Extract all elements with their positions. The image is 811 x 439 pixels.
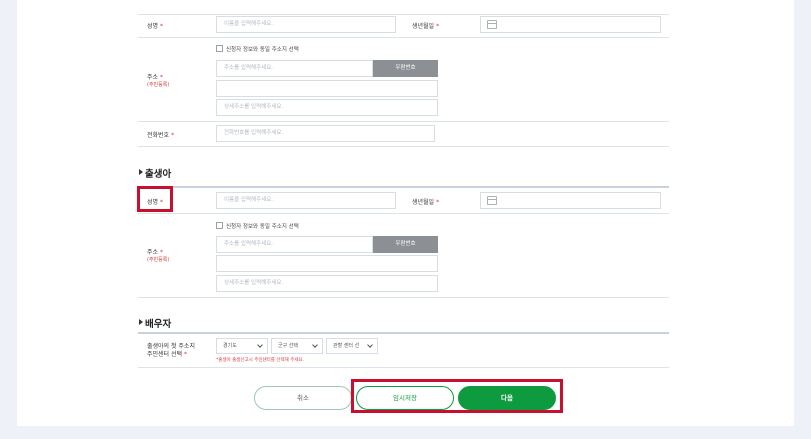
- newborn-section-title: 출생아: [145, 169, 172, 180]
- applicant-address-sub: (주민등록): [147, 82, 170, 88]
- newborn-zip-button[interactable]: 우편번호: [373, 236, 438, 253]
- spouse-section-title: 배우자: [145, 319, 172, 330]
- newborn-birth-input[interactable]: [480, 192, 661, 209]
- divider: [138, 297, 669, 298]
- divider: [138, 37, 669, 38]
- applicant-name-label: 성명 *: [147, 23, 164, 30]
- chevron-down-icon: [257, 342, 263, 348]
- applicant-address-extra-input[interactable]: [216, 80, 438, 97]
- newborn-name-highlight: [137, 186, 173, 212]
- applicant-phone-label: 전화번호 *: [147, 132, 175, 139]
- applicant-same-address-label: 신청자 정보와 동일 주소지 선택: [226, 47, 299, 53]
- chevron-down-icon: [367, 342, 373, 348]
- applicant-phone-input[interactable]: 전화번호를 입력해주세요.: [216, 125, 435, 142]
- applicant-birth-label: 생년월일 *: [412, 23, 440, 30]
- applicant-zip-button[interactable]: 우편번호: [373, 60, 438, 77]
- province-select[interactable]: 경기도: [216, 338, 268, 354]
- newborn-same-address-label: 신청자 정보와 동일 주소지 선택: [226, 224, 299, 230]
- applicant-name-input[interactable]: 이름을 입력해주세요.: [216, 16, 396, 33]
- cancel-button[interactable]: 취소: [254, 386, 352, 410]
- newborn-birth-label: 생년월일 *: [412, 199, 440, 206]
- district-select[interactable]: 군구 선택: [271, 338, 323, 354]
- applicant-same-address-checkbox[interactable]: [216, 45, 223, 52]
- center-label-line2: 주민센터 선택 *: [147, 351, 188, 358]
- newborn-name-input[interactable]: 이름을 입력해주세요.: [216, 192, 396, 209]
- newborn-address-extra-input[interactable]: [216, 255, 438, 272]
- center-note: *출생아 출생신고시 주민센터를 선택해 주세요.: [216, 358, 305, 363]
- calendar-icon[interactable]: [487, 20, 497, 29]
- section-bullet-icon: [139, 319, 143, 325]
- applicant-detail-address-input[interactable]: 상세주소를 입력해주세요.: [216, 99, 438, 116]
- newborn-address-sub: (주민등록): [147, 257, 170, 263]
- section-divider: [138, 186, 669, 188]
- chevron-down-icon: [312, 342, 318, 348]
- divider: [138, 367, 669, 368]
- divider: [138, 146, 669, 147]
- section-divider: [138, 332, 669, 334]
- newborn-same-address-checkbox[interactable]: [216, 222, 223, 229]
- divider: [138, 14, 669, 15]
- divider: [138, 121, 669, 122]
- newborn-address-input[interactable]: 주소를 입력해주세요.: [216, 236, 373, 253]
- newborn-detail-address-input[interactable]: 상세주소를 입력해주세요.: [216, 275, 438, 292]
- applicant-address-input[interactable]: 주소를 입력해주세요.: [216, 60, 373, 77]
- center-select[interactable]: 관할 센터 선: [326, 338, 378, 354]
- next-button[interactable]: 다음: [458, 386, 556, 410]
- calendar-icon[interactable]: [487, 196, 497, 205]
- applicant-birth-input[interactable]: [480, 16, 661, 33]
- newborn-address-label: 주소 *: [147, 249, 164, 256]
- applicant-address-label: 주소 *: [147, 74, 164, 81]
- temp-save-button[interactable]: 임시저장: [356, 386, 454, 410]
- section-bullet-icon: [139, 169, 143, 175]
- divider: [138, 213, 669, 214]
